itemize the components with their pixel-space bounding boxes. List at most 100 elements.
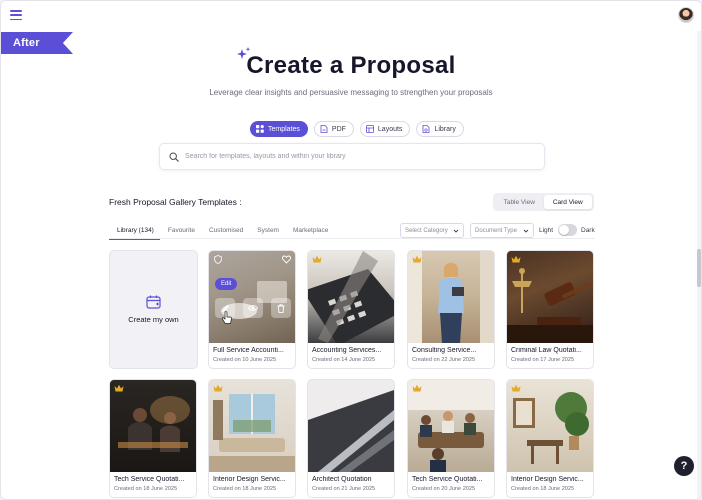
card-date: Created on 14 June 2025	[312, 357, 376, 363]
search-icon	[169, 151, 179, 162]
user-avatar[interactable]	[678, 7, 694, 23]
tab-pdf[interactable]: PDF	[313, 121, 354, 137]
delete-button[interactable]	[271, 298, 291, 318]
shield-icon	[214, 255, 222, 264]
library-icon	[423, 125, 430, 133]
card-thumbnail	[408, 380, 494, 472]
card-title: Interior Design Servic...	[511, 476, 584, 483]
page-subtitle: Leverage clear insights and persuasive m…	[209, 88, 493, 97]
page-title: Create a Proposal	[246, 52, 456, 79]
template-card[interactable]: Interior Design Servic... Created on 18 …	[208, 379, 296, 498]
interior-plants-photo	[513, 392, 589, 464]
templates-icon	[256, 125, 264, 133]
cursor-pointer-icon	[221, 311, 232, 324]
card-date: Created on 21 June 2025	[312, 486, 376, 492]
search-input[interactable]	[185, 153, 525, 160]
card-title: Tech Service Quotati...	[114, 476, 185, 483]
template-card[interactable]: Interior Design Servic... Created on 18 …	[506, 379, 594, 498]
gavel-photo	[507, 268, 593, 343]
card-title: Criminal Law Quotati...	[511, 347, 582, 354]
crown-icon	[114, 384, 124, 392]
tab-library-label: Library	[434, 125, 456, 133]
card-title: Consulting Service...	[412, 347, 477, 354]
card-title: Full Service Accounti...	[213, 347, 284, 354]
card-thumbnail	[110, 380, 196, 472]
calculator-photo	[308, 251, 394, 343]
crown-icon	[511, 384, 521, 392]
interior-photo	[209, 394, 295, 472]
app-window: After Create a Proposal Leverage clear i…	[0, 0, 702, 500]
theme-dark-label: Dark	[581, 227, 595, 234]
scrollbar-thumb[interactable]	[697, 249, 701, 287]
tab-layouts-label: Layouts	[377, 125, 403, 133]
mode-tabs: Templates PDF Layouts Library	[250, 121, 464, 137]
layouts-icon	[366, 125, 374, 133]
create-my-own-card[interactable]: Create my own	[109, 250, 198, 369]
tab-library[interactable]: Library	[416, 121, 464, 137]
card-date: Created on 10 June 2025	[213, 357, 277, 363]
tab-templates-label: Templates	[268, 125, 300, 133]
template-card[interactable]: Edit Full Service Accounti... Created on…	[208, 250, 296, 369]
card-date: Created on 20 June 2025	[412, 486, 476, 492]
card-thumbnail	[507, 380, 593, 472]
card-title: Architect Quotation	[312, 476, 372, 483]
card-date: Created on 18 June 2025	[114, 486, 178, 492]
document-type-dropdown-label: Document Type	[475, 227, 517, 234]
table-view-button[interactable]: Table View	[495, 195, 544, 209]
tab-layouts[interactable]: Layouts	[359, 121, 411, 137]
pdf-icon	[320, 125, 328, 133]
card-date: Created on 18 June 2025	[511, 486, 575, 492]
template-card[interactable]: Consulting Service... Created on 22 June…	[407, 250, 495, 369]
help-button[interactable]: ?	[674, 456, 694, 476]
card-thumbnail: Edit	[209, 251, 295, 343]
card-date: Created on 18 June 2025	[213, 486, 277, 492]
gallery-heading: Fresh Proposal Gallery Templates :	[109, 197, 242, 207]
meeting-photo	[408, 380, 494, 472]
category-dropdown-label: Select Category	[405, 227, 448, 234]
card-view-button[interactable]: Card View	[543, 195, 592, 209]
theme-toggle[interactable]	[558, 224, 577, 236]
crown-icon	[312, 255, 322, 263]
card-thumbnail	[408, 251, 494, 343]
card-thumbnail	[308, 380, 394, 472]
create-my-own-label: Create my own	[128, 315, 179, 324]
chevron-down-icon	[453, 229, 459, 233]
template-card[interactable]: Accounting Services... Created on 14 Jun…	[307, 250, 395, 369]
crown-icon	[412, 384, 422, 392]
card-date: Created on 22 June 2025	[412, 357, 476, 363]
document-type-dropdown[interactable]: Document Type	[470, 223, 534, 238]
trash-icon	[277, 303, 285, 313]
card-date: Created on 17 June 2025	[511, 357, 575, 363]
template-card[interactable]: Criminal Law Quotati... Created on 17 Ju…	[506, 250, 594, 369]
crown-icon	[511, 255, 521, 263]
theme-light-label: Light	[539, 227, 554, 234]
architecture-photo	[308, 380, 394, 472]
template-card[interactable]: Tech Service Quotati... Created on 20 Ju…	[407, 379, 495, 498]
after-ribbon: After	[1, 32, 73, 54]
desk-photo	[209, 251, 295, 343]
preview-button[interactable]	[243, 298, 263, 318]
crown-icon	[412, 255, 422, 263]
card-title: Accounting Services...	[312, 347, 382, 354]
edit-button[interactable]: Edit	[215, 278, 238, 290]
consultant-photo	[408, 251, 494, 343]
eye-icon	[248, 305, 258, 311]
tab-templates[interactable]: Templates	[250, 121, 308, 137]
card-thumbnail	[209, 380, 295, 472]
top-bar	[1, 1, 701, 31]
crown-icon	[213, 384, 223, 392]
card-thumbnail	[308, 251, 394, 343]
tech-team-photo	[118, 396, 190, 452]
hamburger-menu-icon[interactable]	[10, 10, 22, 20]
card-thumbnail	[507, 251, 593, 343]
tab-pdf-label: PDF	[331, 125, 346, 133]
calendar-plus-icon	[145, 295, 161, 309]
chevron-down-icon	[523, 229, 529, 233]
template-card[interactable]: Architect Quotation Created on 21 June 2…	[307, 379, 395, 498]
card-title: Tech Service Quotati...	[412, 476, 483, 483]
view-toggle: Table View Card View	[493, 193, 594, 211]
heart-icon[interactable]	[282, 255, 291, 264]
category-dropdown[interactable]: Select Category	[400, 223, 464, 238]
filter-divider	[109, 238, 595, 239]
template-card[interactable]: Tech Service Quotati... Created on 18 Ju…	[109, 379, 197, 498]
